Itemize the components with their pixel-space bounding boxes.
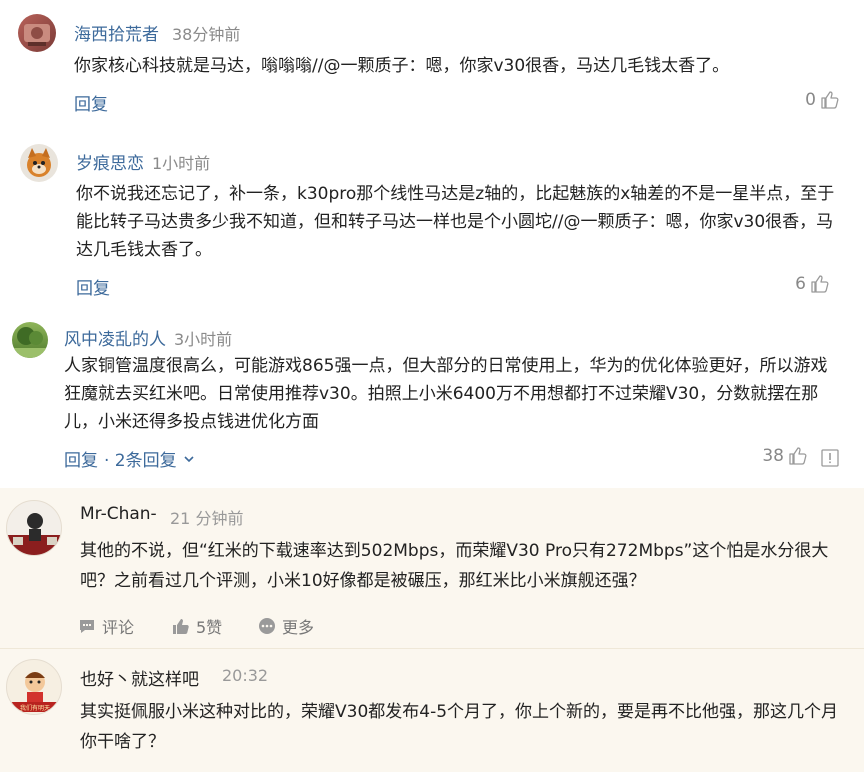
comment-text: 人家铜管温度很高么，可能游戏865强一点，但大部分的日常使用上，华为的优化体验更…: [64, 356, 828, 432]
thumbs-up-icon: [173, 619, 189, 634]
avatar[interactable]: [20, 144, 58, 182]
comment-text: 其实挺佩服小米这种对比的，荣耀V30都发布4-5个月了，你上个新的，要是再不比他…: [80, 702, 839, 752]
thumbs-up-icon: [789, 447, 807, 465]
avatar[interactable]: [18, 14, 56, 52]
report-icon[interactable]: [820, 448, 840, 468]
avatar[interactable]: [12, 322, 48, 358]
avatar[interactable]: [6, 500, 62, 556]
timestamp: 38分钟前: [172, 25, 241, 44]
thumbs-up-icon: [811, 275, 829, 293]
like-button[interactable]: 6: [795, 274, 830, 294]
reply-button[interactable]: 回复: [76, 274, 110, 299]
chevron-down-icon[interactable]: [183, 453, 195, 465]
timestamp: 20:32: [222, 666, 269, 685]
comment-item: 海西拾荒者 38分钟前 你家核心科技就是马达，嗡嗡嗡//@一颗质子：嗯，你家v3…: [0, 0, 864, 130]
avatar-banner-text: 我们有明天: [20, 704, 50, 712]
username[interactable]: Mr-Chan-: [80, 504, 157, 524]
person-avatar-icon: [7, 513, 61, 555]
comment-text: 你不说我还忘记了，补一条，k30pro那个线性马达是z轴的，比起魅族的x轴差的不…: [76, 184, 835, 260]
landscape-avatar-icon: [12, 327, 48, 358]
comment-label: 评论: [102, 618, 135, 637]
like-label: 5赞: [196, 618, 223, 637]
like-button[interactable]: 38: [762, 446, 808, 466]
username[interactable]: 海西拾荒者: [74, 20, 159, 45]
comment-icon: [80, 620, 94, 633]
like-count: 0: [805, 90, 816, 110]
reply-button[interactable]: 回复: [74, 90, 108, 115]
view-replies-link[interactable]: · 2条回复: [104, 446, 177, 471]
comment-button[interactable]: 评论: [78, 614, 134, 638]
like-button[interactable]: 0: [805, 90, 840, 110]
reply-row: 回复 · 2条回复: [64, 446, 195, 471]
fox-avatar-icon: [27, 148, 51, 177]
comment-text: 其他的不说，但“红米的下载速率达到502Mbps，而荣耀V30 Pro只有272…: [80, 541, 829, 591]
avatar-image-icon: [24, 24, 50, 46]
comment-item: 风中凌乱的人 3小时前 人家铜管温度很高么，可能游戏865强一点，但大部分的日常…: [0, 310, 864, 488]
comment-item: 岁痕思恋 1小时前 你不说我还忘记了，补一条，k30pro那个线性马达是z轴的，…: [0, 130, 864, 310]
comment-text: 你家核心科技就是马达，嗡嗡嗡//@一颗质子：嗯，你家v30很香，马达几毛钱太香了…: [74, 56, 730, 76]
like-count: 6: [795, 274, 806, 294]
username[interactable]: 风中凌乱的人: [64, 325, 166, 350]
more-label: 更多: [282, 618, 315, 637]
username[interactable]: 岁痕思恋: [76, 149, 144, 174]
more-button[interactable]: 更多: [258, 614, 314, 638]
more-icon: [259, 618, 275, 634]
thumbs-up-icon: [821, 91, 839, 109]
reply-button[interactable]: 回复: [64, 446, 98, 471]
timestamp: 1小时前: [152, 154, 211, 173]
avatar[interactable]: 我们有明天: [6, 659, 62, 715]
like-count: 38: [762, 446, 784, 466]
quoted-comment: Mr-Chan- 21 分钟前 其他的不说，但“红米的下载速率达到502Mbps…: [0, 488, 864, 648]
timestamp: 3小时前: [174, 330, 233, 349]
username[interactable]: 也好丶就这样吧: [80, 665, 199, 690]
quoted-comment: 我们有明天 也好丶就这样吧 20:32 其实挺佩服小米这种对比的，荣耀V30都发…: [0, 649, 864, 772]
cartoon-avatar-icon: 我们有明天: [11, 672, 59, 712]
like-button[interactable]: 5赞: [172, 614, 222, 638]
timestamp: 21 分钟前: [170, 509, 244, 528]
